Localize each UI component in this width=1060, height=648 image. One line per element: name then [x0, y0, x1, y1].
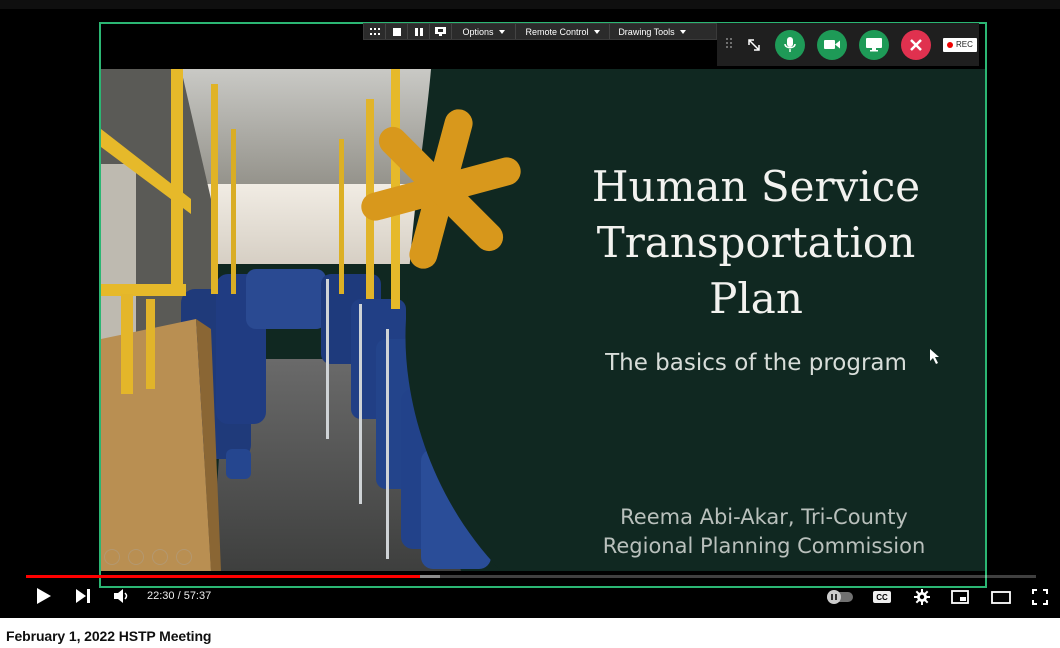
- subtitles-button[interactable]: CC: [872, 589, 892, 605]
- remote-control-label: Remote Control: [525, 26, 589, 37]
- meeting-controls-bar: REC: [717, 23, 979, 66]
- monitor-icon: [435, 27, 446, 36]
- drawing-tools-menu-button[interactable]: Drawing Tools: [610, 24, 694, 39]
- new-share-button[interactable]: [430, 24, 452, 39]
- remote-control-menu-button[interactable]: Remote Control: [516, 24, 610, 39]
- slide-author-line: Reema Abi-Akar, Tri-County: [620, 505, 908, 529]
- played-bar: [26, 575, 420, 578]
- grid-icon[interactable]: [364, 24, 386, 39]
- slide-title-line: Human Service: [591, 162, 921, 211]
- slide-title-line: Transportation: [596, 218, 916, 267]
- theater-icon: [991, 590, 1011, 604]
- miniplayer-button[interactable]: [950, 589, 970, 605]
- end-call-button[interactable]: [901, 29, 931, 60]
- volume-icon: [114, 589, 128, 603]
- miniplayer-icon: [951, 590, 969, 604]
- prev-slide-icon[interactable]: [104, 549, 120, 565]
- fullscreen-icon: [1032, 589, 1048, 605]
- microphone-icon: [784, 36, 796, 52]
- play-icon: [37, 588, 51, 604]
- screen-share-icon: [866, 37, 882, 51]
- play-button[interactable]: [34, 587, 54, 605]
- slide-author-line: Regional Planning Commission: [602, 534, 926, 558]
- time-display: 22:30 / 57:37: [147, 590, 212, 602]
- video-player[interactable]: Human Service Transportation Plan The ba…: [0, 0, 1060, 618]
- pen-icon[interactable]: [152, 549, 168, 565]
- settings-button[interactable]: [912, 587, 932, 607]
- share-screen-button[interactable]: [859, 29, 889, 60]
- slide-title-line: Plan: [709, 274, 803, 323]
- drawing-tools-label: Drawing Tools: [618, 26, 675, 37]
- camera-button[interactable]: [817, 29, 847, 60]
- skip-next-icon: [76, 589, 90, 603]
- screen-share-toolbar: Options Remote Control Drawing Tools: [363, 23, 717, 40]
- stop-icon: [392, 27, 401, 36]
- top-band: [0, 0, 1060, 9]
- fullscreen-button[interactable]: [1030, 588, 1050, 606]
- options-label: Options: [462, 26, 494, 37]
- presenter-slide-controls: [104, 549, 192, 565]
- close-icon: [910, 38, 922, 51]
- pause-share-button[interactable]: [408, 24, 430, 39]
- cc-icon: CC: [873, 591, 891, 603]
- options-menu-button[interactable]: Options: [452, 24, 516, 39]
- slide-title: Human Service Transportation Plan: [561, 159, 951, 327]
- next-slide-icon[interactable]: [128, 549, 144, 565]
- gear-icon: [914, 589, 930, 605]
- video-progress-bar[interactable]: [26, 575, 1036, 578]
- chevron-down-icon: [498, 29, 505, 34]
- stop-share-button[interactable]: [386, 24, 408, 39]
- next-video-button[interactable]: [74, 588, 92, 604]
- pause-icon: [414, 27, 423, 36]
- pause-icon: [827, 590, 841, 604]
- chevron-down-icon: [593, 29, 600, 34]
- record-dot-icon: [947, 41, 953, 48]
- video-camera-icon: [824, 40, 840, 49]
- slide-author: Reema Abi-Akar, Tri-County Regional Plan…: [571, 503, 957, 561]
- autoplay-track: [827, 590, 853, 604]
- theater-mode-button[interactable]: [990, 589, 1012, 605]
- drag-handle-icon[interactable]: [725, 37, 737, 52]
- chevron-down-icon: [679, 29, 686, 34]
- slide-subtitle: The basics of the program: [605, 350, 907, 376]
- autoplay-toggle[interactable]: [826, 590, 854, 604]
- presentation-slide: Human Service Transportation Plan The ba…: [101, 69, 985, 571]
- rec-label: REC: [956, 40, 973, 49]
- volume-button[interactable]: [112, 588, 130, 604]
- recording-indicator[interactable]: REC: [943, 37, 977, 52]
- video-title: February 1, 2022 HSTP Meeting: [6, 628, 212, 644]
- microphone-button[interactable]: [775, 29, 805, 60]
- expand-icon[interactable]: [743, 38, 765, 52]
- zoom-icon[interactable]: [176, 549, 192, 565]
